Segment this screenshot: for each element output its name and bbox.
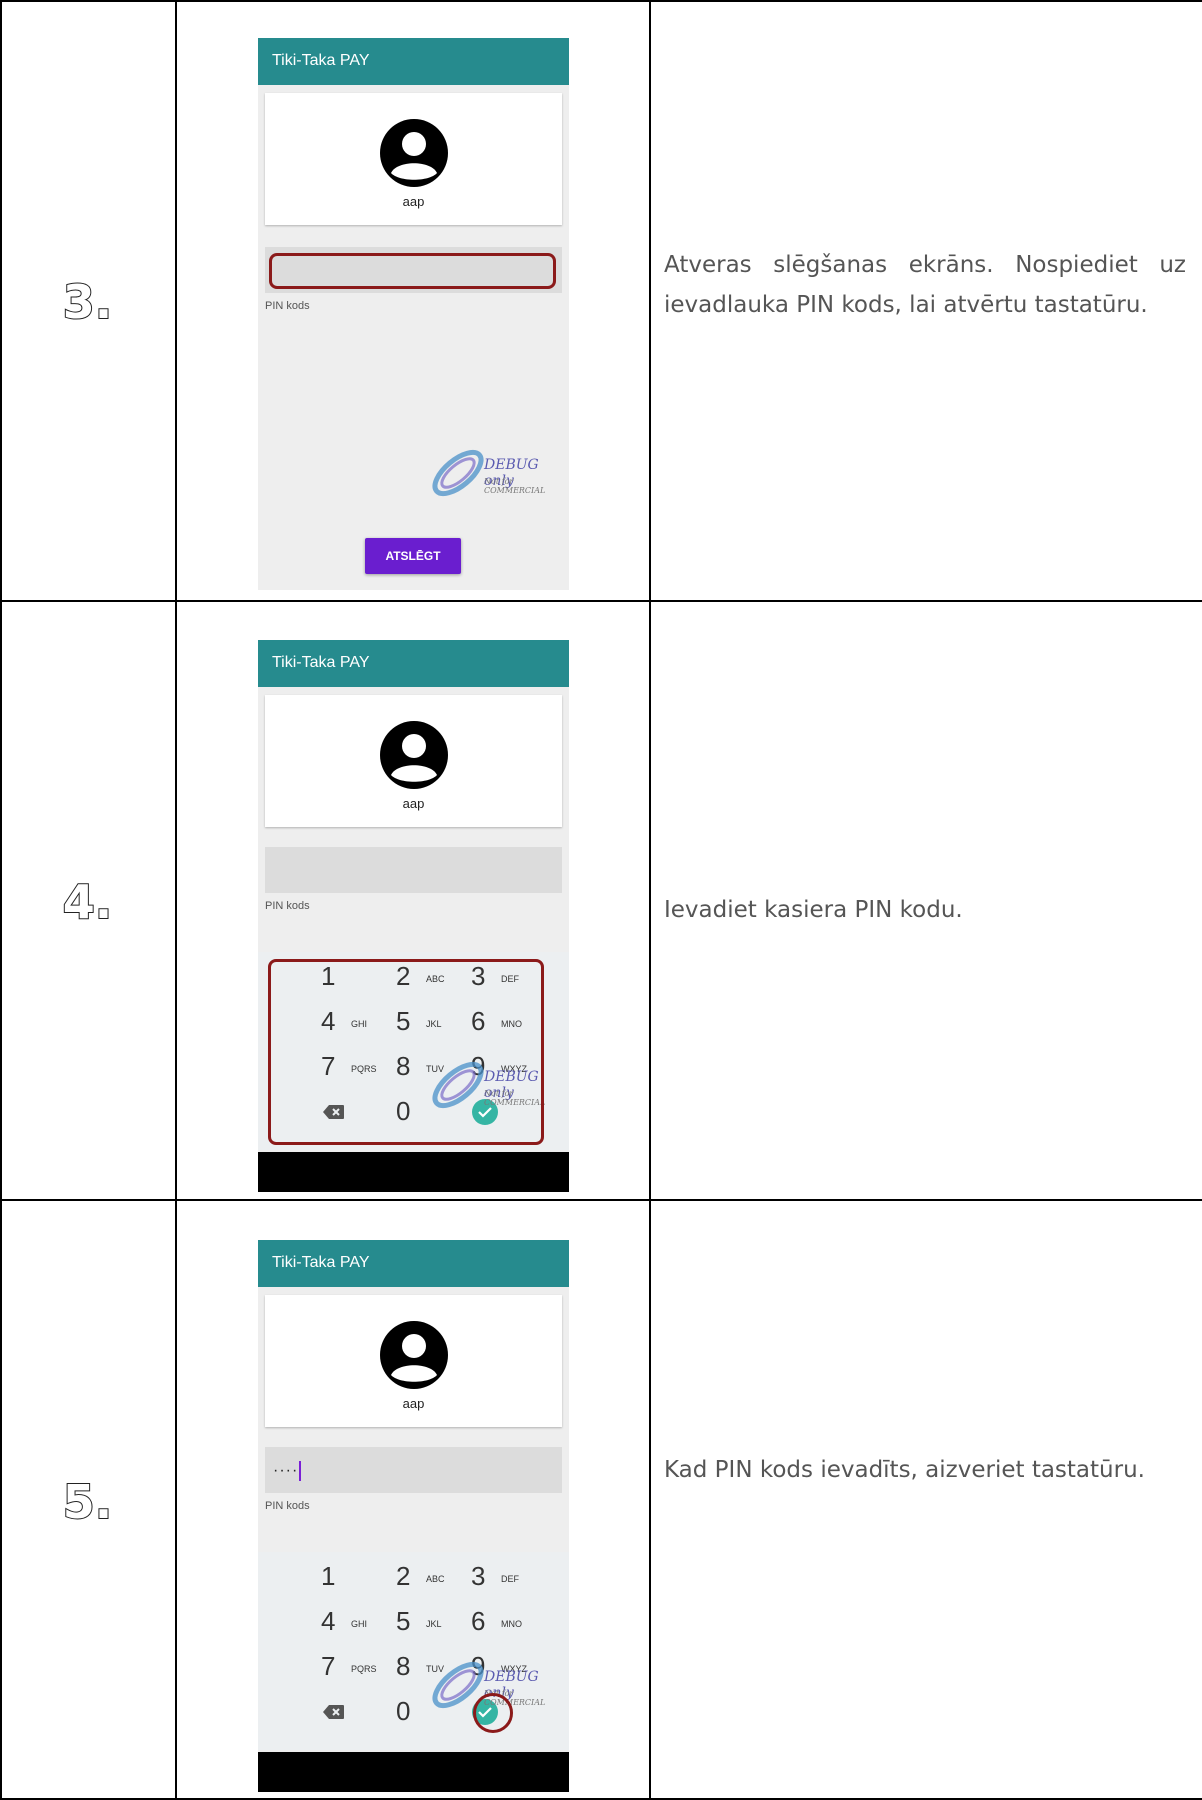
phone-screenshot-keypad: Tiki-Taka PAY aap PIN kods 1 2 ABC 3 DEF… (258, 640, 569, 1192)
key-digit: 1 (321, 1561, 336, 1591)
app-bar: Tiki-Taka PAY (258, 38, 569, 85)
pin-label: PIN kods (265, 300, 310, 312)
account-circle-icon (380, 721, 448, 789)
watermark-subtext: Not for COMMERCIAL (484, 477, 546, 495)
key-digit: 0 (396, 1696, 411, 1726)
username: aap (402, 1396, 425, 1411)
key-5[interactable]: 5 JKL (378, 1602, 458, 1642)
step-description: Ievadiet kasiera PIN kodu. (664, 897, 963, 923)
username: aap (402, 194, 425, 209)
step-number: 3. (62, 274, 113, 330)
key-digit: 8 (396, 1651, 411, 1681)
column-divider (649, 0, 651, 1800)
highlight-box (268, 959, 544, 1145)
key-digit: 6 (471, 1606, 486, 1636)
account-circle-icon (380, 119, 448, 187)
system-nav-bar (258, 1752, 569, 1792)
key-digit: 4 (321, 1606, 336, 1636)
row-divider (0, 1199, 1202, 1201)
pin-input[interactable]: ···· (265, 1447, 562, 1493)
user-card: aap (265, 695, 562, 827)
pin-input[interactable] (265, 847, 562, 893)
highlight-circle (473, 1693, 513, 1733)
column-divider (175, 0, 177, 1800)
key-digit: 7 (321, 1651, 336, 1681)
key-7[interactable]: 7 PQRS (303, 1647, 383, 1687)
key-6[interactable]: 6 MNO (453, 1602, 533, 1642)
key-letters: GHI (351, 1619, 368, 1629)
pin-value: ···· (273, 1461, 302, 1481)
phone-screenshot-lock: Tiki-Taka PAY aap PIN kods DEBUG only No… (258, 38, 569, 590)
step-description: Atveras slēgšanas ekrāns. Nospiediet uz … (664, 252, 1186, 318)
text-caret (299, 1461, 302, 1481)
user-card: aap (265, 1295, 562, 1427)
debug-watermark: DEBUG only Not for COMMERCIAL (428, 443, 568, 503)
key-3[interactable]: 3 DEF (453, 1557, 533, 1597)
key-letters: DEF (501, 1574, 519, 1584)
system-nav-bar (258, 1152, 569, 1192)
key-4[interactable]: 4 GHI (303, 1602, 383, 1642)
row-divider (0, 600, 1202, 602)
username: aap (402, 796, 425, 811)
key-1[interactable]: 1 (303, 1557, 383, 1597)
unlock-button[interactable]: ATSLĒGT (365, 538, 461, 574)
step-number: 5. (62, 1474, 113, 1530)
user-card: aap (265, 93, 562, 225)
app-bar: Tiki-Taka PAY (258, 640, 569, 687)
app-title: Tiki-Taka PAY (272, 52, 370, 69)
watermark-logo-icon (432, 449, 484, 497)
step-description: Kad PIN kods ievadīts, aizveriet tastatū… (664, 1457, 1145, 1483)
pin-dots: ···· (273, 1462, 299, 1480)
backspace-icon (323, 1705, 344, 1719)
key-backspace[interactable] (303, 1692, 383, 1732)
app-bar: Tiki-Taka PAY (258, 1240, 569, 1287)
numeric-keypad: 1 2 ABC 3 DEF 4 GHI 5 JKL 6 MNO 7 PQRS 8… (258, 1552, 569, 1750)
key-letters: MNO (501, 1619, 522, 1629)
app-title: Tiki-Taka PAY (272, 654, 370, 671)
step-number: 4. (62, 874, 113, 930)
phone-screenshot-pin-entered: Tiki-Taka PAY aap ···· PIN kods 1 2 ABC (258, 1240, 569, 1792)
pin-label: PIN kods (265, 1500, 310, 1512)
key-2[interactable]: 2 ABC (378, 1557, 458, 1597)
key-digit: 5 (396, 1606, 411, 1636)
key-letters: JKL (426, 1619, 442, 1629)
highlight-box (269, 253, 556, 289)
instruction-table: 3. Atveras slēgšanas ekrāns. Nospiediet … (0, 0, 1202, 1800)
account-circle-icon (380, 1321, 448, 1389)
pin-label: PIN kods (265, 900, 310, 912)
key-digit: 2 (396, 1561, 411, 1591)
key-digit: 3 (471, 1561, 486, 1591)
app-title: Tiki-Taka PAY (272, 1254, 370, 1271)
table-border-top (0, 0, 1202, 2)
key-letters: ABC (426, 1574, 445, 1584)
key-letters: PQRS (351, 1664, 377, 1674)
